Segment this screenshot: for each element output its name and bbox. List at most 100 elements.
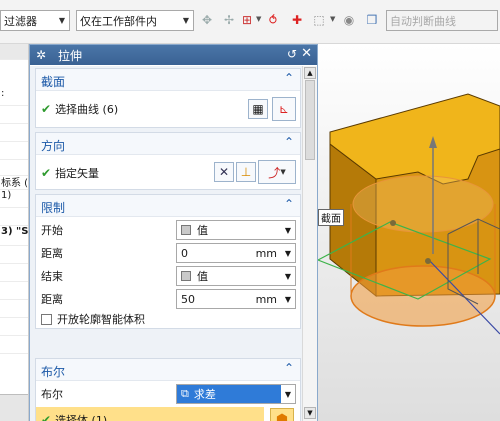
end-distance-row: 距离 <box>41 289 63 309</box>
chevron-down-icon[interactable]: ▼ <box>330 15 335 23</box>
specify-vector-row[interactable]: ✔ 指定矢量 <box>41 163 99 183</box>
checkmark-icon: ✔ <box>41 413 52 421</box>
snap-icon[interactable]: ✥ <box>198 11 216 29</box>
rectangle-select-icon[interactable]: ⬚ <box>310 11 328 29</box>
value-cube-icon <box>181 225 191 235</box>
select-body-row[interactable]: ✔ 选择体 (1) <box>36 407 264 421</box>
list-item[interactable] <box>0 208 28 226</box>
checkmark-icon: ✔ <box>41 102 52 116</box>
graphics-viewport[interactable]: 截面 <box>318 44 500 421</box>
extruded-model[interactable] <box>318 44 500 421</box>
type-filter-combo[interactable]: 过滤器 ▼ <box>0 10 70 31</box>
dialog-content: 截面 ⌃ ✔ 选择曲线 (6) ▦ ⊾ 方向 ⌃ ✔ 指定矢量 ✕ ⊥ ⤴ ▼ <box>30 66 302 421</box>
chevron-down-icon: ▼ <box>280 168 286 176</box>
chevron-down-icon[interactable]: ▼ <box>256 15 261 23</box>
extrude-dialog: ✲ 拉伸 ↺ ✕ 截面 ⌃ ✔ 选择曲线 (6) ▦ ⊾ 方向 ⌃ ✔ 指定矢量… <box>29 44 318 421</box>
section-group: 截面 ⌃ ✔ 选择曲线 (6) ▦ ⊾ <box>35 68 301 128</box>
chevron-down-icon: ▼ <box>284 271 292 281</box>
chevron-down-icon: ▼ <box>182 16 190 25</box>
limits-group-header[interactable]: 限制 ⌃ <box>36 195 300 217</box>
start-distance-label: 距离 <box>41 247 63 260</box>
body-select-icon[interactable]: ⬢ <box>270 408 294 421</box>
chevron-up-icon[interactable]: ⌃ <box>284 361 294 375</box>
end-type-select[interactable]: 值 ▼ <box>176 266 296 286</box>
value-cube-icon <box>181 271 191 281</box>
end-type-value: 值 <box>197 270 208 283</box>
list-item[interactable] <box>0 44 28 60</box>
list-item[interactable] <box>0 142 28 160</box>
vector-inferred-icon[interactable]: ⊥ <box>236 162 256 182</box>
open-profile-label: 开放轮廓智能体积 <box>57 313 145 326</box>
boolean-group: 布尔 ⌃ 布尔 ⧉ 求差 ▼ ✔ 选择体 (1) ⬢ <box>35 358 301 421</box>
curve-rule-icon[interactable]: ⥀ <box>264 11 282 29</box>
limits-group: 限制 ⌃ 开始 值 ▼ 距离 0 mm ▼ 结束 值 ▼ 距离 50 mm ▼ … <box>35 194 301 329</box>
curve-select-icon[interactable]: ▦ <box>248 99 268 119</box>
list-item[interactable] <box>0 300 28 318</box>
list-item[interactable]: 3) "SK <box>0 226 28 246</box>
subtract-icon: ⧉ <box>181 387 189 400</box>
scroll-up-arrow[interactable]: ▲ <box>304 67 316 79</box>
section-sketch-icon[interactable]: ⊾ <box>272 97 296 121</box>
end-distance-input[interactable]: 50 mm ▼ <box>176 289 296 309</box>
open-profile-checkbox[interactable] <box>41 313 52 325</box>
curve-rule-combo[interactable]: 自动判断曲线 <box>386 10 498 31</box>
sphere-icon[interactable]: ◉ <box>340 11 358 29</box>
direction-group-header[interactable]: 方向 ⌃ <box>36 133 300 155</box>
select-curve-label: 选择曲线 (6) <box>55 103 119 116</box>
type-filter-value: 过滤器 <box>4 14 37 28</box>
specify-vector-label: 指定矢量 <box>55 167 100 180</box>
checkmark-icon: ✔ <box>41 166 52 180</box>
boolean-label-row: 布尔 <box>41 384 63 404</box>
chevron-down-icon[interactable]: ▼ <box>281 295 295 304</box>
list-item[interactable] <box>0 264 28 282</box>
scroll-thumb[interactable] <box>305 80 315 160</box>
boolean-group-header[interactable]: 布尔 ⌃ <box>36 359 300 381</box>
chevron-up-icon[interactable]: ⌃ <box>284 71 294 85</box>
point-snap-icon[interactable]: ✢ <box>220 11 238 29</box>
direction-group: 方向 ⌃ ✔ 指定矢量 ✕ ⊥ ⤴ ▼ <box>35 132 301 190</box>
dialog-title: 拉伸 <box>58 48 83 63</box>
list-item[interactable]: 1) <box>0 190 28 208</box>
chevron-up-icon[interactable]: ⌃ <box>284 135 294 149</box>
select-body-label: 选择体 (1) <box>55 414 108 421</box>
cube-icon[interactable]: ❒ <box>363 11 381 29</box>
chevron-up-icon[interactable]: ⌃ <box>284 197 294 211</box>
list-item[interactable] <box>0 318 28 336</box>
endpoint-icon[interactable]: ⊞ <box>238 11 256 29</box>
list-item[interactable] <box>0 336 28 354</box>
end-label: 结束 <box>41 270 63 283</box>
navigator-bottom-bar <box>0 394 28 421</box>
chevron-down-icon: ▼ <box>58 16 66 25</box>
dialog-title-bar: ✲ 拉伸 ↺ ✕ <box>30 45 317 65</box>
chevron-down-icon[interactable]: ▼ <box>281 249 295 258</box>
part-navigator: : 标系 ( 1) 3) "SK <box>0 44 29 421</box>
vector-dialog-icon[interactable]: ✕ <box>214 162 234 182</box>
start-distance-input[interactable]: 0 mm ▼ <box>176 243 296 263</box>
scope-combo[interactable]: 仅在工作部件内 ▼ <box>76 10 194 31</box>
start-type-select[interactable]: 值 ▼ <box>176 220 296 240</box>
start-distance-row: 距离 <box>41 243 63 263</box>
chevron-down-icon: ▼ <box>284 389 292 399</box>
section-group-header[interactable]: 截面 ⌃ <box>36 69 300 91</box>
intersection-icon[interactable]: ✚ <box>288 11 306 29</box>
select-curve-row[interactable]: ✔ 选择曲线 (6) <box>41 99 118 119</box>
boolean-select[interactable]: ⧉ 求差 ▼ <box>176 384 296 404</box>
close-icon[interactable]: ✕ <box>301 46 312 61</box>
list-item[interactable] <box>0 282 28 300</box>
direction-header-label: 方向 <box>41 139 66 153</box>
vector-triad-icon[interactable]: ⤴ ▼ <box>258 160 296 184</box>
start-label-row: 开始 <box>41 220 63 240</box>
list-item[interactable]: 标系 ( <box>0 174 28 190</box>
boolean-value: 求差 <box>193 388 216 401</box>
start-distance-unit: mm <box>255 247 277 260</box>
settings-gear-icon[interactable]: ✲ <box>36 48 52 62</box>
open-profile-row[interactable]: 开放轮廓智能体积 <box>41 309 145 329</box>
reset-icon[interactable]: ↺ <box>287 47 297 61</box>
end-distance-unit: mm <box>255 293 277 306</box>
dialog-scrollbar[interactable]: ▲ ▼ <box>302 66 317 421</box>
list-item[interactable] <box>0 246 28 264</box>
list-item[interactable]: : <box>0 88 28 106</box>
list-item[interactable] <box>0 124 28 142</box>
scroll-down-arrow[interactable]: ▼ <box>304 407 316 419</box>
list-item[interactable] <box>0 106 28 124</box>
